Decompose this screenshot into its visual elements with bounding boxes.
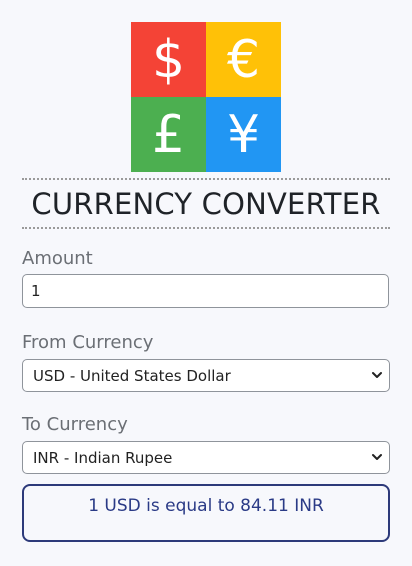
title-section: CURRENCY CONVERTER (22, 178, 390, 229)
euro-sign-tile: € (206, 22, 281, 97)
from-currency-select[interactable]: USD - United States Dollar (22, 359, 390, 392)
dollar-sign-tile: $ (131, 22, 206, 97)
amount-label: Amount (22, 248, 93, 269)
page-title: CURRENCY CONVERTER (31, 186, 381, 221)
conversion-result: 1 USD is equal to 84.11 INR (22, 484, 390, 542)
from-currency-value: USD - United States Dollar (33, 366, 231, 385)
from-currency-label: From Currency (22, 332, 154, 353)
to-currency-select[interactable]: INR - Indian Rupee (22, 441, 390, 474)
chevron-down-icon (372, 372, 382, 378)
currency-logo: $ € £ ¥ (131, 22, 281, 172)
conversion-result-text: 1 USD is equal to 84.11 INR (88, 496, 324, 516)
amount-input[interactable] (22, 274, 389, 308)
yen-sign-tile: ¥ (206, 97, 281, 172)
to-currency-value: INR - Indian Rupee (33, 448, 173, 467)
pound-sign-tile: £ (131, 97, 206, 172)
chevron-down-icon (372, 454, 382, 460)
to-currency-label: To Currency (22, 414, 128, 435)
